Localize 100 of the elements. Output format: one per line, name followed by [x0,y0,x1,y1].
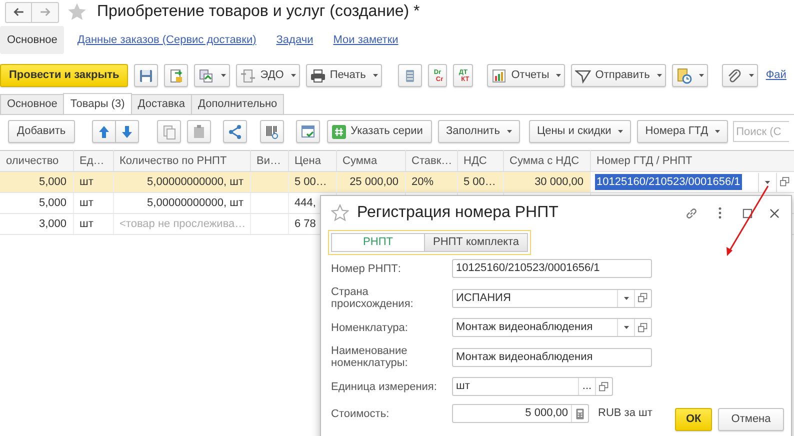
document-exchange-icon [240,68,256,84]
column-header: Ви… [250,150,288,172]
forward-arrow-icon [38,5,52,19]
set-series-button[interactable]: Указать серии [326,120,432,143]
text-field[interactable]: Монтаж видеонаблюдения [452,348,652,366]
table-cell: шт [73,192,113,214]
field-label: Наименование номенклатуры: [331,345,409,369]
column-header: Цена [288,150,336,172]
paste-button[interactable] [186,120,211,143]
field-label: Единица измерения: [331,380,438,392]
cancel-button[interactable]: Отмена [718,408,784,431]
section-link[interactable]: Мои заметки [326,26,406,54]
add-button[interactable]: Добавить [8,120,75,143]
reports-button[interactable]: Отчеты [487,64,566,87]
number-field[interactable]: 5 000,00 [452,404,589,423]
move-up-button[interactable] [92,120,116,143]
structure-button[interactable] [222,120,247,143]
back-arrow-icon [12,5,26,19]
edo-button[interactable]: ЭДО [236,64,300,87]
hash-icon [330,124,347,140]
tab[interactable]: РНПТ комплекта [424,233,528,252]
related-documents-button[interactable] [194,64,230,87]
copy-icon [160,124,177,140]
column-header: Ед… [73,150,113,172]
column-header: Ставк… [405,150,457,172]
journal-button[interactable] [398,64,422,87]
ok-button[interactable]: ОК [675,408,712,431]
annotation-arrow [726,186,769,256]
window-title: Приобретение товаров и услуг (создание) * [97,2,420,22]
barcode-search-button[interactable] [260,120,284,143]
dropdown-field[interactable]: Монтаж видеонаблюдения [452,318,652,337]
favorite-star-icon[interactable] [331,204,349,222]
table-cell: 5 00… [288,172,336,192]
table-cell: 5,00000000000, шт [113,172,250,192]
field-label: Стоимость: [331,408,390,420]
open-window-icon[interactable] [598,380,610,392]
field-label: Страна происхождения: [331,286,414,310]
field-label: Номер РНПТ: [331,262,402,274]
caret-icon [624,296,628,300]
section-link[interactable]: Задачи [269,26,320,54]
open-window-icon [779,176,791,188]
documents-arrow-icon [198,68,214,84]
caret-icon [624,326,628,329]
task-button[interactable] [672,64,708,87]
close-icon[interactable] [768,206,781,220]
section-link[interactable]: Данные заказов (Сервис доставки) [70,26,264,54]
link-icon[interactable] [684,206,699,220]
maximize-icon[interactable] [741,206,754,220]
copy-button[interactable] [156,120,181,143]
tab[interactable]: Доставка [130,94,192,114]
paper-plane-icon [575,68,592,84]
table-cell: <товар не прослежива… [113,214,250,234]
calculator-icon[interactable] [574,408,586,420]
document-arrow-icon [168,68,184,84]
column-header: Номер ГТД / РНПТ [590,150,794,172]
column-header: НДС [457,150,503,172]
table-cell: 25 000,00 [336,172,405,192]
print-button[interactable]: Печать [306,64,382,87]
dialog-title: Регистрация номера РНПТ [357,203,558,223]
open-window-icon[interactable] [637,322,649,334]
connected-nodes-icon [226,124,243,140]
attachments-button[interactable] [722,64,758,87]
tab[interactable]: Основное [0,94,64,114]
save-button[interactable] [134,64,158,87]
menu-button[interactable]: Цены и скидки [528,120,632,143]
table-cell: 3,000 [0,214,73,234]
unit-label: RUB за шт [598,406,652,422]
choice-field[interactable]: шт ... [452,377,613,396]
column-header: Сумма с НДС [503,150,590,172]
send-button[interactable]: Отправить [571,64,666,87]
column-header: Сумма [336,150,405,172]
favorite-star-icon[interactable] [67,2,87,22]
text-field[interactable]: 10125160/210523/0001656/1 [452,259,652,278]
back-button[interactable] [5,2,32,22]
search-field[interactable]: Поиск (С [733,121,790,142]
caret-icon [764,180,770,184]
post-and-close-button[interactable]: Провести и закрыть [0,64,128,87]
table-cell: 30 000,00 [503,172,590,192]
files-link[interactable]: Фай [764,64,788,87]
table-cell: 5,000 [0,172,73,192]
printer-icon [310,68,326,84]
table-cell: 5 00… [457,172,503,192]
field-label: Номенклатура: [331,322,409,334]
barcode-icon [264,124,280,140]
check-button[interactable] [296,120,320,143]
section-link[interactable]: Основное [0,26,64,54]
table-cell: 5,000 [0,192,73,214]
table-cell: шт [73,214,113,234]
column-header: Количество по РНПТ [113,150,250,172]
column-header: оличество [0,150,73,172]
dropdown-field[interactable]: ИСПАНИЯ [452,288,652,308]
post-button[interactable] [164,64,188,87]
menu-button[interactable]: Заполнить [438,120,520,143]
table-cell: шт [73,172,113,192]
tab[interactable]: Дополнительно [191,94,284,114]
window-check-icon [300,124,316,140]
menu-button[interactable]: Номера ГТД [637,120,728,143]
open-window-icon[interactable] [637,292,649,304]
table-cell: 5,00000000000, шт [113,192,250,214]
move-down-button[interactable] [116,120,139,143]
